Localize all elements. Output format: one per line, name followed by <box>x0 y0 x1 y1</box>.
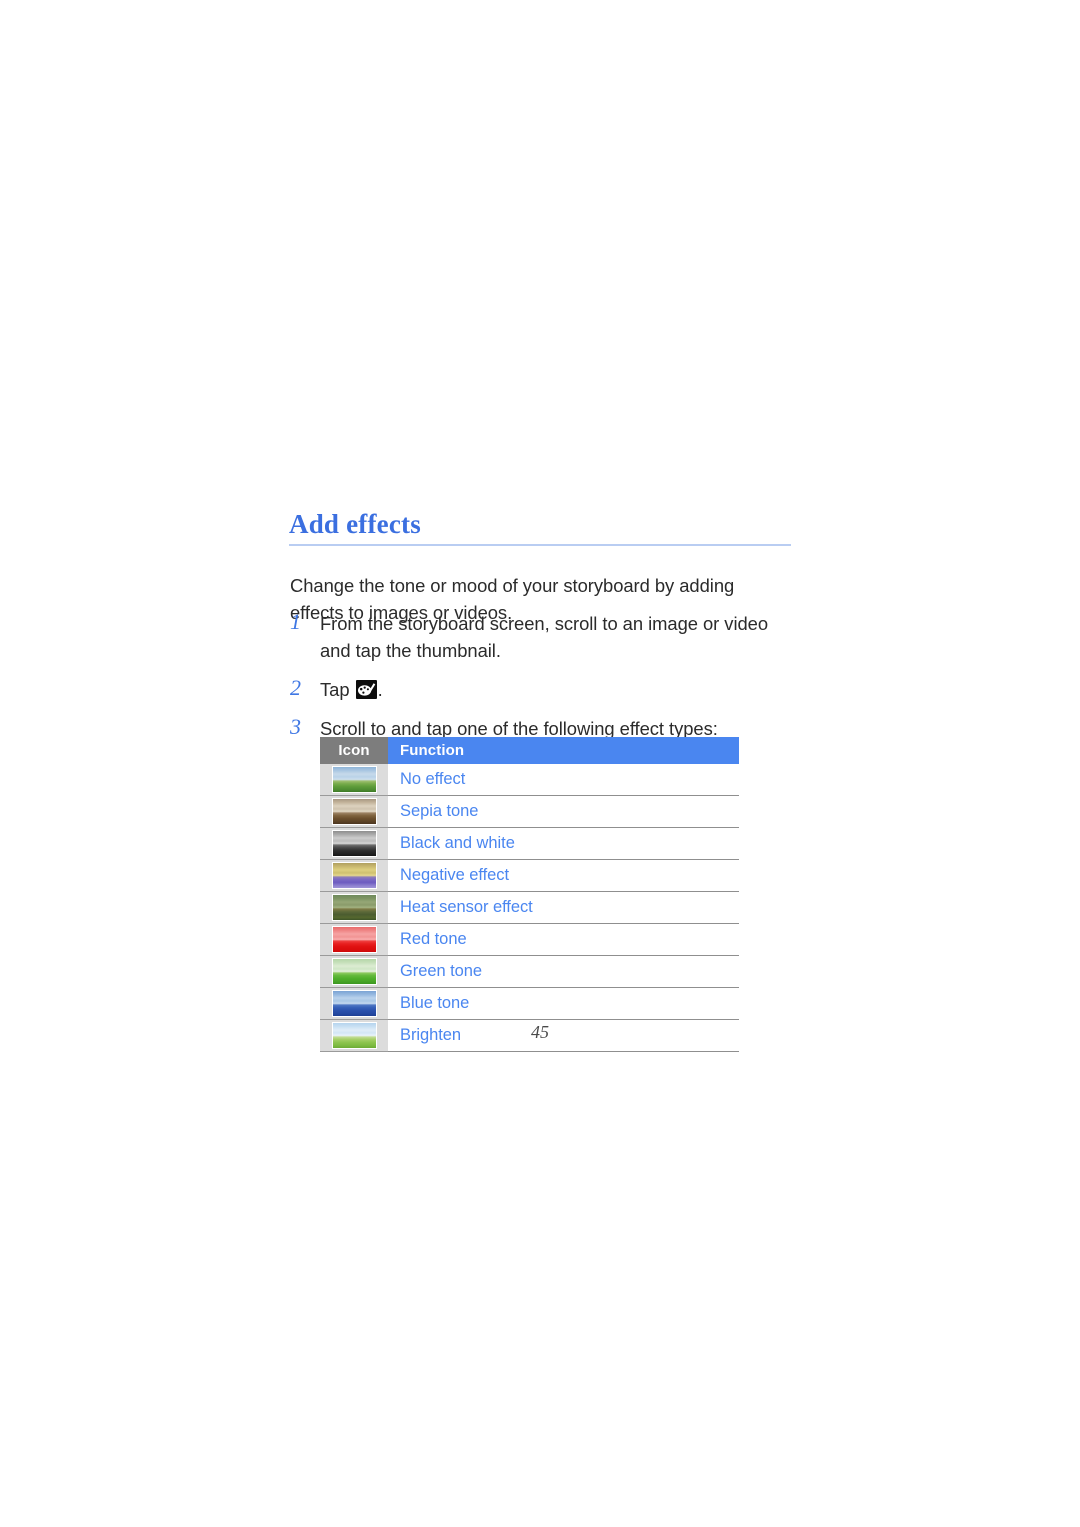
effect-thumbnail-cell <box>320 923 388 956</box>
thumb-bw <box>331 830 377 857</box>
step-text-before: Tap <box>320 679 355 700</box>
thumb-normal <box>331 766 377 793</box>
effect-function-cell: Negative effect <box>388 859 739 892</box>
table-head: Icon Function <box>320 737 739 764</box>
step-item-2: 2 Tap . <box>290 675 795 703</box>
section-heading-group: Add effects <box>289 508 791 546</box>
table-header-row: Icon Function <box>320 737 739 764</box>
effect-thumbnail-cell <box>320 827 388 860</box>
effects-table: Icon Function No effect Sepia tone Black a… <box>320 737 739 1052</box>
thumb-heat <box>331 894 377 921</box>
effect-function-cell: Red tone <box>388 923 739 956</box>
thumb-green <box>331 958 377 985</box>
step-number: 1 <box>290 609 301 634</box>
thumb-blue <box>331 990 377 1017</box>
step-text: Scroll to and tap one of the following e… <box>320 718 718 739</box>
effect-function-cell: Blue tone <box>388 987 739 1020</box>
effect-thumbnail-cell <box>320 955 388 988</box>
table-row: Sepia tone <box>320 795 739 828</box>
table-row: Red tone <box>320 923 739 956</box>
thumb-sepia <box>331 798 377 825</box>
effect-thumbnail-cell <box>320 764 388 796</box>
effect-thumbnail-cell <box>320 987 388 1020</box>
table-row: Heat sensor effect <box>320 891 739 924</box>
palette-icon <box>355 680 377 699</box>
effect-thumbnail-cell <box>320 891 388 924</box>
effect-function-cell: Sepia tone <box>388 795 739 828</box>
effect-function-cell: No effect <box>388 764 739 796</box>
table-row: Black and white <box>320 827 739 860</box>
table-row: No effect <box>320 764 739 796</box>
step-text: From the storyboard screen, scroll to an… <box>320 613 769 661</box>
step-text-after: . <box>377 679 383 700</box>
steps-list: 1 From the storyboard screen, scroll to … <box>290 609 795 754</box>
page-title: Add effects <box>289 509 421 539</box>
effect-thumbnail-cell <box>320 859 388 892</box>
heading-divider <box>289 544 791 546</box>
step-item-1: 1 From the storyboard screen, scroll to … <box>290 609 795 664</box>
effect-thumbnail-cell <box>320 795 388 828</box>
column-header-icon: Icon <box>320 737 388 764</box>
effect-function-cell: Black and white <box>388 827 739 860</box>
effect-function-cell: Green tone <box>388 955 739 988</box>
step-number: 3 <box>290 714 301 739</box>
table-body: No effect Sepia tone Black and white Negati… <box>320 764 739 1052</box>
table-row: Green tone <box>320 955 739 988</box>
column-header-function: Function <box>388 737 739 764</box>
effect-function-cell: Heat sensor effect <box>388 891 739 924</box>
thumb-red <box>331 926 377 953</box>
page-number: 45 <box>531 1022 549 1042</box>
step-number: 2 <box>290 675 301 700</box>
table-row: Negative effect <box>320 859 739 892</box>
table-row: Blue tone <box>320 987 739 1020</box>
manual-page: Add effects Change the tone or mood of y… <box>0 0 1080 1527</box>
thumb-negative <box>331 862 377 889</box>
